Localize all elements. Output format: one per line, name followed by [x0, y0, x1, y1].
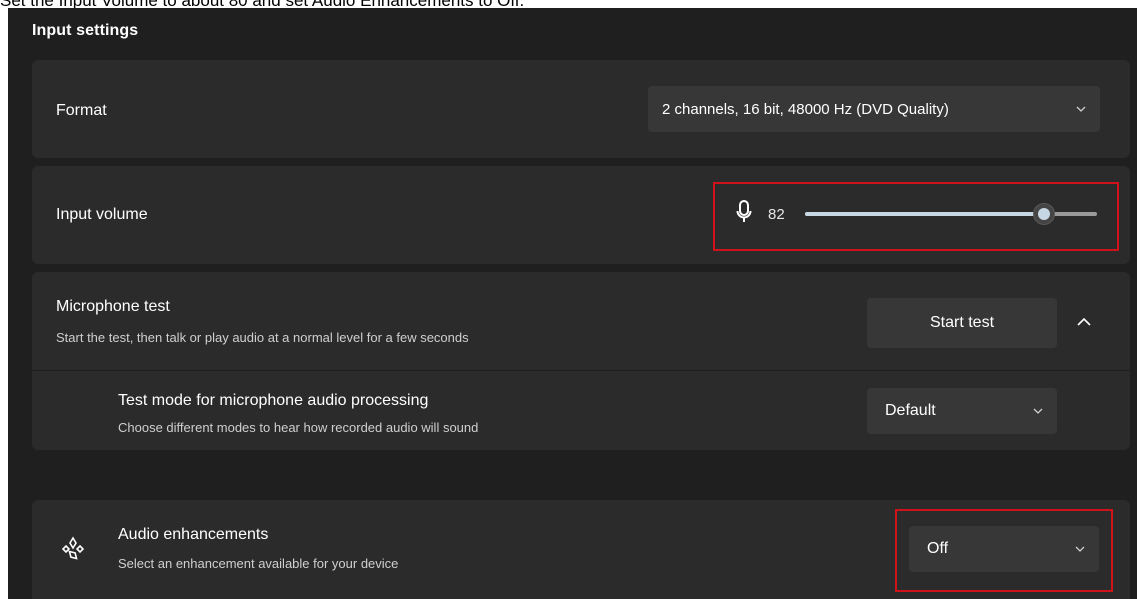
section-title: Input settings — [32, 22, 139, 39]
audio-enhancements-icon — [61, 536, 85, 560]
chevron-down-icon — [1076, 106, 1086, 112]
format-card: Format 2 channels, 16 bit, 48000 Hz (DVD… — [32, 60, 1130, 158]
chevron-down-icon — [1033, 408, 1043, 414]
microphone-test-card: Microphone test Start the test, then tal… — [32, 272, 1130, 450]
volume-highlight-box — [713, 182, 1119, 251]
test-mode-subtitle: Choose different modes to hear how recor… — [118, 420, 479, 435]
test-mode-dropdown[interactable]: Default — [867, 388, 1057, 434]
test-mode-title: Test mode for microphone audio processin… — [118, 392, 429, 409]
input-volume-label: Input volume — [56, 206, 148, 223]
test-mode-value: Default — [885, 402, 936, 419]
format-dropdown[interactable]: 2 channels, 16 bit, 48000 Hz (DVD Qualit… — [648, 86, 1100, 132]
enhancements-highlight-box — [895, 509, 1113, 592]
settings-panel: Input settings Format 2 channels, 16 bit… — [8, 8, 1137, 599]
format-label: Format — [56, 102, 107, 119]
start-test-button[interactable]: Start test — [867, 298, 1057, 348]
chevron-up-icon[interactable] — [1077, 317, 1091, 327]
audio-enhancements-subtitle: Select an enhancement available for your… — [118, 556, 399, 571]
card-divider — [32, 370, 1130, 371]
format-value: 2 channels, 16 bit, 48000 Hz (DVD Qualit… — [662, 100, 949, 118]
audio-enhancements-title: Audio enhancements — [118, 526, 269, 543]
mic-test-subtitle: Start the test, then talk or play audio … — [56, 330, 469, 345]
start-test-label: Start test — [929, 314, 995, 331]
mic-test-title: Microphone test — [56, 298, 170, 315]
